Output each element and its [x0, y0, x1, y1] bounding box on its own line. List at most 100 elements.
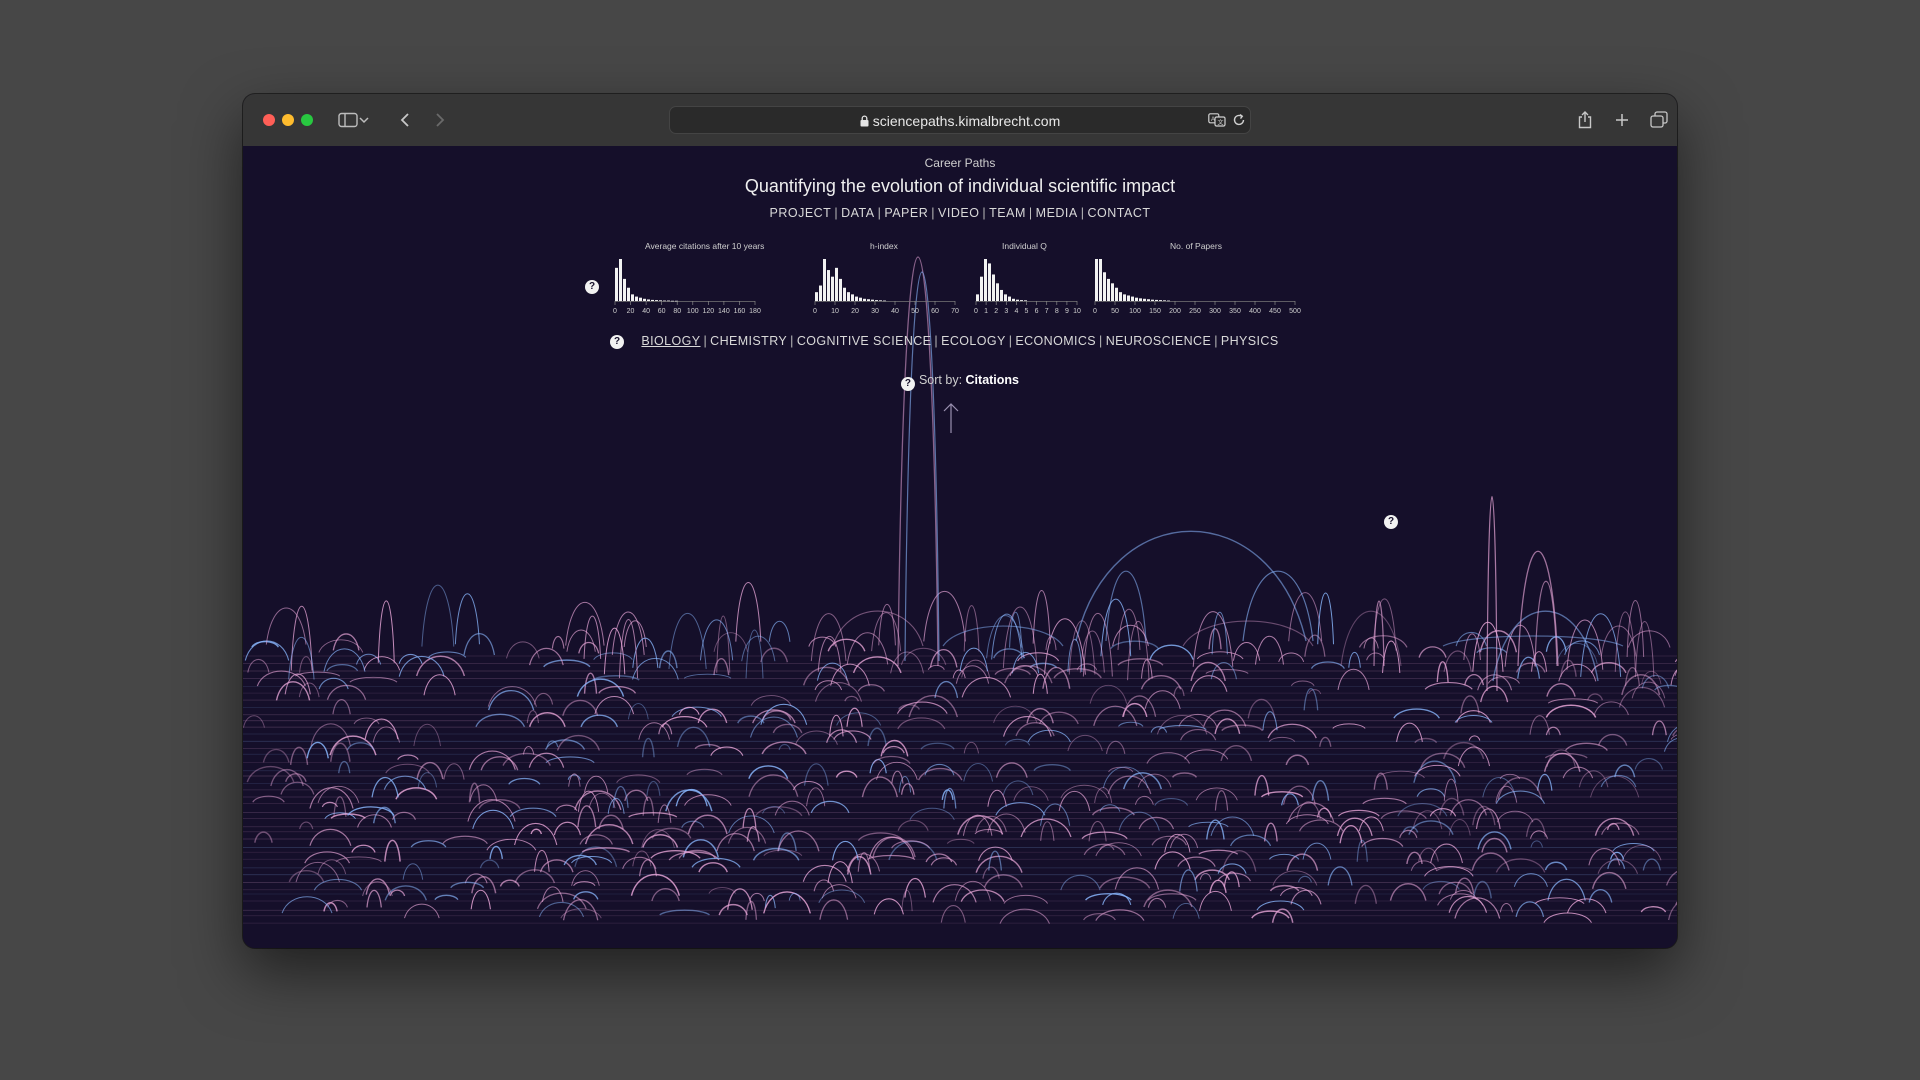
career-arc [611, 611, 645, 655]
address-bar[interactable]: sciencepaths.kimalbrecht.com A文 [669, 106, 1251, 134]
field-physics[interactable]: PHYSICS [1221, 334, 1279, 348]
forward-icon[interactable] [428, 108, 452, 132]
hist-bar [1167, 300, 1170, 302]
hist-title-q: Individual Q [1002, 241, 1047, 251]
field-chemistry[interactable]: CHEMISTRY [710, 334, 787, 348]
field-separator: | [1008, 334, 1013, 348]
hist-bar [615, 267, 618, 301]
hist-bar [855, 296, 858, 301]
career-arc [1332, 723, 1366, 729]
career-arc [562, 699, 599, 716]
career-arc [1221, 724, 1264, 732]
chevron-down-icon[interactable] [356, 108, 372, 132]
career-arc [1361, 837, 1404, 847]
career-arc [1479, 630, 1518, 653]
career-arc [900, 783, 915, 795]
field-cognitive-science[interactable]: COGNITIVE SCIENCE [797, 334, 932, 348]
career-arc [1093, 705, 1138, 726]
hist-tick-label: 8 [1055, 308, 1059, 315]
hist-bar [627, 287, 630, 301]
field-biology[interactable]: BIOLOGY [641, 334, 700, 348]
close-window-button[interactable] [263, 114, 275, 126]
hist-title-citations: Average citations after 10 years [645, 241, 765, 251]
career-arc [332, 699, 351, 715]
hist-tick-label: 0 [813, 308, 817, 315]
career-arc [1626, 600, 1645, 657]
career-arc [668, 612, 707, 669]
hist-bar [879, 300, 882, 301]
hist-bar [1111, 283, 1114, 301]
hist-bar [1131, 296, 1134, 301]
nav-separator: | [931, 206, 936, 220]
nav-video[interactable]: VIDEO [938, 206, 979, 220]
career-arc [265, 607, 307, 645]
sort-value[interactable]: Citations [966, 373, 1019, 387]
career-arc [1627, 630, 1671, 648]
minimize-window-button[interactable] [282, 114, 294, 126]
career-arc [423, 674, 456, 696]
hist-bar [976, 294, 979, 301]
career-arc [579, 834, 613, 845]
translate-icon[interactable]: A文 [1208, 113, 1226, 132]
career-arc [538, 902, 585, 918]
hist-bar [1119, 292, 1122, 301]
nav-team[interactable]: TEAM [989, 206, 1026, 220]
career-arc [528, 647, 564, 666]
career-arc [1217, 872, 1251, 882]
nav-paper[interactable]: PAPER [884, 206, 928, 220]
field-neuroscience[interactable]: NEUROSCIENCE [1106, 334, 1212, 348]
nav-contact[interactable]: CONTACT [1088, 206, 1151, 220]
hist-bar [819, 285, 822, 301]
career-arc [1631, 681, 1666, 699]
field-economics[interactable]: ECONOMICS [1015, 334, 1096, 348]
back-icon[interactable] [393, 108, 417, 132]
hist-tick-label: 20 [851, 308, 859, 315]
career-arc [545, 756, 595, 764]
career-arc-highlight [942, 625, 1064, 647]
nav-data[interactable]: DATA [841, 206, 874, 220]
career-arc-highlight [1492, 610, 1599, 682]
nav-separator: | [1028, 206, 1033, 220]
visualization-help-button[interactable]: ? [1384, 515, 1398, 529]
career-arc [846, 632, 889, 665]
sort-help-button[interactable]: ? [900, 377, 915, 391]
career-arc [978, 846, 1013, 861]
career-arc [1593, 701, 1629, 716]
hist-tick-label: 50 [1111, 308, 1119, 315]
tabs-overview-icon[interactable] [1647, 108, 1671, 132]
scroll-up-arrow-icon[interactable] [941, 401, 961, 435]
hist-bar [871, 299, 874, 301]
career-arc [651, 888, 680, 902]
url-text: sciencepaths.kimalbrecht.com [872, 113, 1061, 129]
career-arc [1290, 680, 1315, 687]
career-arc [450, 881, 485, 889]
hist-bar [639, 297, 642, 301]
share-icon[interactable] [1573, 108, 1597, 132]
main-nav: PROJECT | DATA | PAPER | VIDEO | TEAM | MEDIA | CONT… [243, 206, 1677, 220]
career-arc [1105, 740, 1126, 754]
career-arc [1220, 744, 1253, 762]
career-arc [671, 706, 722, 717]
nav-project[interactable]: PROJECT [769, 206, 831, 220]
nav-media[interactable]: MEDIA [1036, 206, 1078, 220]
career-arc-highlight [1442, 635, 1624, 647]
career-arc [366, 889, 382, 908]
career-arc [683, 673, 732, 679]
zoom-window-button[interactable] [301, 114, 313, 126]
career-arc [304, 851, 351, 864]
career-arc [749, 892, 765, 902]
hist-tick-label: 30 [871, 308, 879, 315]
hist-tick-label: 7 [1045, 308, 1049, 315]
career-arc [577, 805, 597, 828]
hist-bar [1000, 289, 1003, 301]
career-arc [857, 684, 885, 692]
career-arc [404, 903, 440, 919]
career-arc [1272, 870, 1318, 886]
career-arc [1221, 850, 1257, 872]
reload-icon[interactable] [1232, 113, 1246, 132]
career-arc [1477, 831, 1512, 850]
field-ecology[interactable]: ECOLOGY [941, 334, 1006, 348]
career-arc [1412, 810, 1443, 830]
career-arc [486, 838, 537, 851]
new-tab-icon[interactable] [1610, 108, 1634, 132]
